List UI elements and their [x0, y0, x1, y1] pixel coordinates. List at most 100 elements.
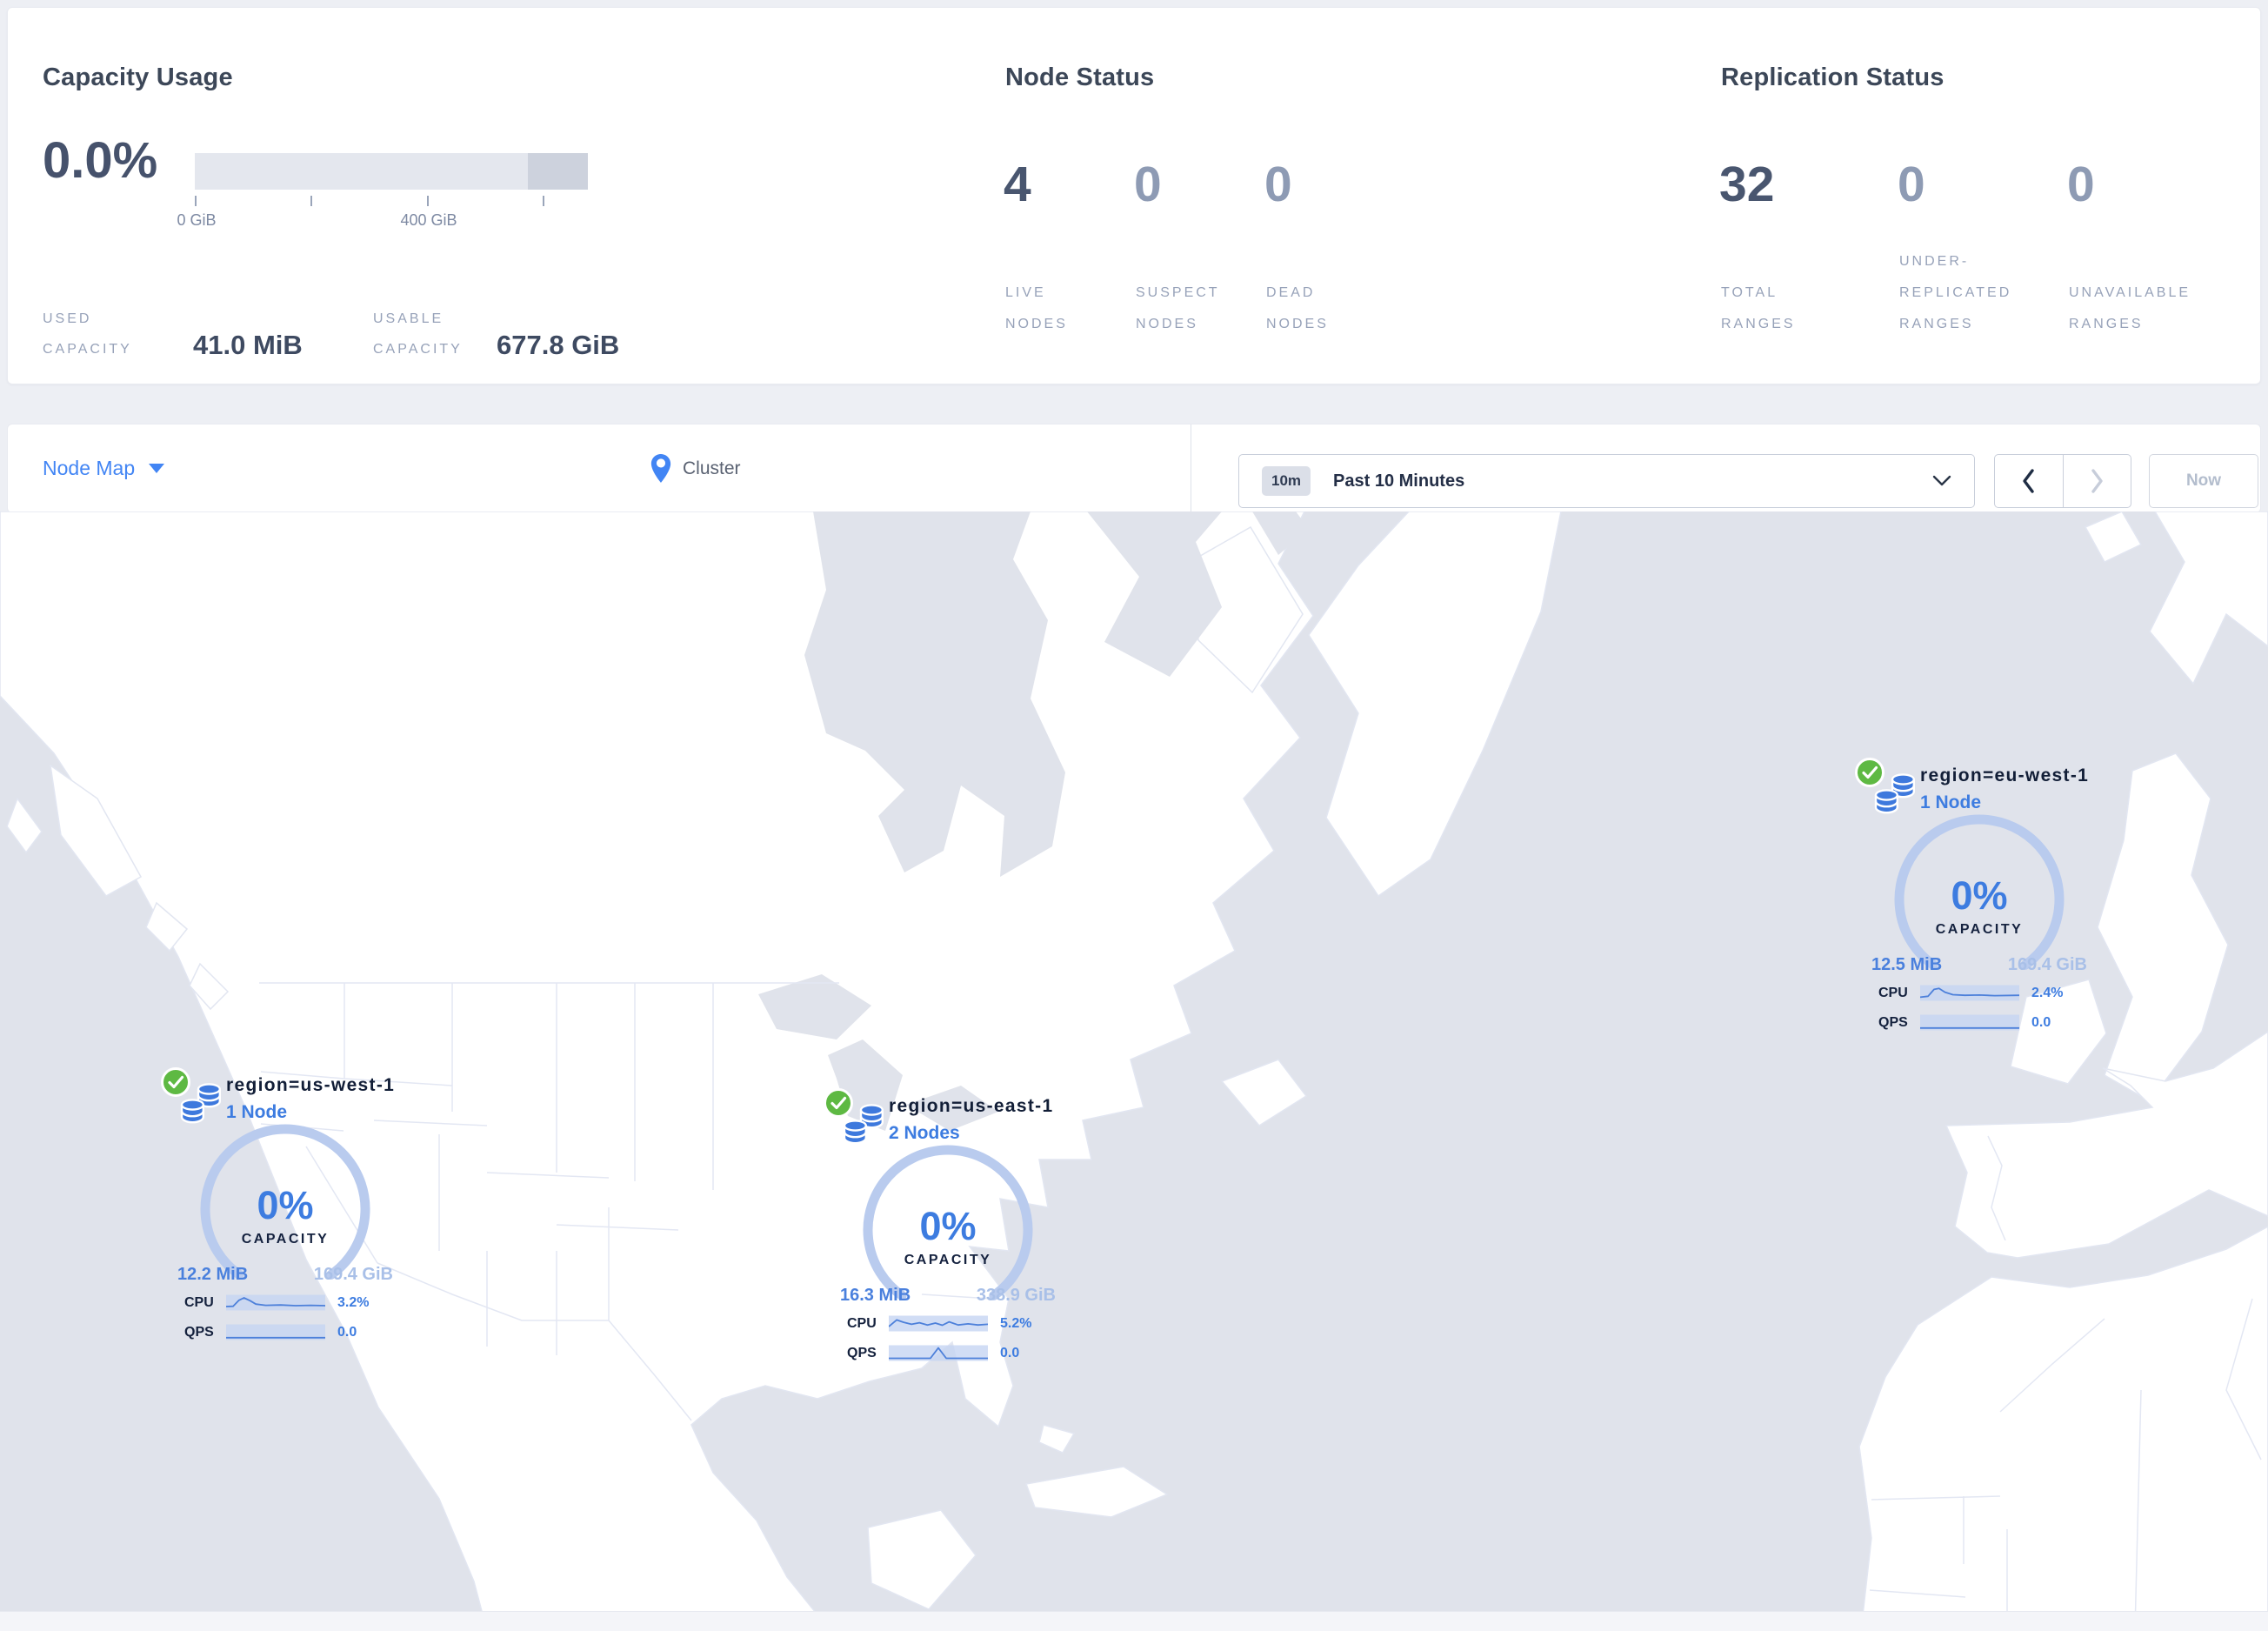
breadcrumb-label: Cluster — [683, 458, 741, 478]
cpu-value: 5.2% — [1000, 1315, 1032, 1331]
metric-label: UNDER- REPLICATED RANGES — [1899, 254, 2012, 331]
qps-sparkline — [1920, 1014, 2019, 1031]
capacity-gauge-label: CAPACITY — [904, 1253, 992, 1267]
database-icon — [843, 1104, 884, 1145]
chevron-left-icon — [2023, 469, 2034, 493]
map-footer-bar — [0, 1611, 2268, 1631]
time-next-button[interactable] — [2062, 455, 2131, 507]
capacity-values-row: 12.5 MiB 169.4 GiB — [1866, 955, 2092, 975]
capacity-tick-400: 400 GiB — [400, 211, 457, 229]
qps-sparkline — [226, 1324, 325, 1340]
summary-metric: 0 UNDER- REPLICATED RANGES — [1898, 156, 2009, 340]
used-capacity-label: USED CAPACITY — [43, 311, 132, 357]
database-icon — [1874, 773, 1916, 814]
qps-label: QPS — [847, 1345, 877, 1360]
cpu-sparkline — [226, 1294, 325, 1311]
capacity-values-row: 12.2 MiB 169.4 GiB — [172, 1265, 398, 1285]
capacity-usage-title: Capacity Usage — [43, 64, 233, 91]
metric-label: LIVE NODES — [1005, 285, 1068, 331]
qps-label: QPS — [184, 1324, 214, 1340]
cpu-label: CPU — [847, 1315, 877, 1331]
cpu-label: CPU — [1878, 985, 1908, 1000]
capacity-values-row: 16.3 MiB 338.9 GiB — [835, 1286, 1061, 1306]
replication-status-metrics: 32 TOTAL RANGES 0 UNDER- REPLICATED RANGES 0… — [1719, 156, 2258, 340]
qps-row: QPS 0.0 — [184, 1324, 391, 1340]
capacity-percent: 0% — [257, 1183, 314, 1227]
region-label: region=eu-west-1 — [1920, 765, 2090, 785]
usable-capacity-value: 677.8 GiB — [497, 330, 620, 360]
qps-label: QPS — [1878, 1014, 1908, 1030]
region-label: region=us-west-1 — [226, 1075, 396, 1095]
node-status-metrics: 4 LIVE NODES 0 SUSPECT NODES 0 DEAD NODES — [1004, 156, 1404, 340]
used-capacity-value: 16.3 MiB — [840, 1286, 911, 1305]
capacity-gauge-label: CAPACITY — [1935, 922, 2024, 937]
cpu-row: CPU 3.2% — [184, 1294, 391, 1311]
chevron-down-icon — [1932, 475, 1951, 486]
metric-label: DEAD NODES — [1266, 285, 1329, 331]
summary-metric: 4 LIVE NODES — [1004, 156, 1065, 340]
qps-value: 0.0 — [337, 1324, 357, 1340]
metric-value: 0 — [1134, 157, 1162, 212]
summary-metric: 32 TOTAL RANGES — [1719, 156, 1793, 340]
replication-status-title: Replication Status — [1721, 64, 1944, 91]
used-capacity-value: 12.2 MiB — [177, 1265, 249, 1284]
used-capacity-value: 12.5 MiB — [1871, 955, 1943, 974]
breadcrumb-cluster[interactable]: Cluster — [650, 424, 741, 512]
time-range-nav — [1994, 454, 2131, 508]
metric-value: 0 — [1898, 157, 1925, 212]
capacity-gauge-label: CAPACITY — [241, 1232, 330, 1247]
metric-value: 32 — [1719, 157, 1775, 212]
cluster-summary-bar: Capacity Usage 0.0% 0 GiB 400 GiB USED C… — [7, 7, 2261, 384]
capacity-percent: 0% — [1951, 873, 2008, 918]
database-icon — [180, 1083, 222, 1124]
time-range-dropdown[interactable]: 10m Past 10 Minutes — [1238, 454, 1975, 508]
cpu-label: CPU — [184, 1294, 214, 1310]
node-count-label: 2 Nodes — [889, 1123, 960, 1143]
capacity-percent: 0% — [919, 1204, 977, 1248]
metric-label: TOTAL RANGES — [1721, 285, 1796, 331]
metric-value: 0 — [1264, 157, 1292, 212]
cpu-value: 3.2% — [337, 1294, 370, 1310]
total-capacity-value: 338.9 GiB — [976, 1286, 1056, 1305]
chevron-right-icon — [2091, 469, 2103, 493]
time-range-badge: 10m — [1262, 466, 1311, 496]
metric-value: 4 — [1004, 157, 1031, 212]
node-count-label: 1 Node — [1920, 792, 1982, 812]
node-status-title: Node Status — [1005, 64, 1155, 91]
time-range-label: Past 10 Minutes — [1333, 471, 1465, 491]
qps-row: QPS 0.0 — [847, 1345, 1054, 1361]
total-capacity-value: 169.4 GiB — [2007, 955, 2087, 974]
now-button[interactable]: Now — [2149, 454, 2258, 508]
metric-label: UNAVAILABLE RANGES — [2069, 285, 2191, 331]
map-pin-icon — [650, 453, 671, 483]
qps-value: 0.0 — [2031, 1014, 2051, 1030]
capacity-tick-0: 0 GiB — [177, 211, 217, 229]
time-prev-button[interactable] — [1995, 455, 2063, 507]
summary-metric: 0 SUSPECT NODES — [1134, 156, 1217, 340]
cpu-sparkline — [889, 1315, 988, 1332]
cpu-row: CPU 5.2% — [847, 1315, 1054, 1332]
view-selector-dropdown[interactable]: Node Map — [43, 424, 165, 512]
cpu-value: 2.4% — [2031, 985, 2064, 1000]
node-map: region=us-west-1 1 Node 0% CAPACITY 12.2… — [0, 511, 2268, 1631]
used-capacity-value: 41.0 MiB — [193, 330, 303, 360]
capacity-used-percent: 0.0% — [43, 132, 158, 189]
metric-value: 0 — [2067, 157, 2095, 212]
view-selector-label: Node Map — [43, 457, 136, 479]
capacity-usage-bar — [195, 153, 588, 190]
node-count-label: 1 Node — [226, 1102, 288, 1122]
node-region-marker[interactable]: region=us-east-1 2 Nodes 0% CAPACITY 16.… — [824, 1088, 1061, 1366]
capacity-bar-reserved-segment — [527, 153, 588, 190]
node-region-marker[interactable]: region=us-west-1 1 Node 0% CAPACITY 12.2… — [161, 1067, 398, 1345]
qps-value: 0.0 — [1000, 1345, 1020, 1360]
node-region-marker[interactable]: region=eu-west-1 1 Node 0% CAPACITY 12.5… — [1855, 758, 2092, 1035]
capacity-bar-ticks — [195, 196, 588, 208]
usable-capacity-label: USABLE CAPACITY — [373, 311, 463, 357]
cpu-sparkline — [1920, 985, 2019, 1001]
qps-row: QPS 0.0 — [1878, 1014, 2085, 1031]
summary-metric: 0 UNAVAILABLE RANGES — [2067, 156, 2188, 340]
map-toolbar: Node Map Cluster 10m Past 10 Minutes Now — [7, 424, 2261, 513]
chevron-down-icon — [149, 464, 165, 473]
qps-sparkline — [889, 1345, 988, 1361]
total-capacity-value: 169.4 GiB — [313, 1265, 393, 1284]
